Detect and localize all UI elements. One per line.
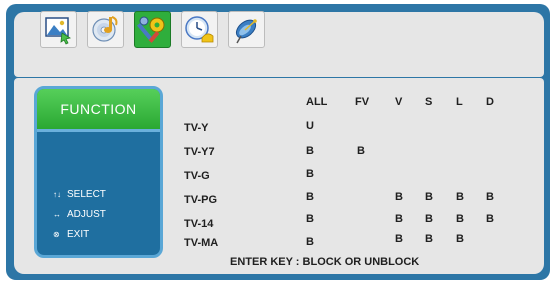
rating-cell-tv-pg-all[interactable]: B [306,191,314,203]
rating-label-tv-g[interactable]: TV-G [184,170,210,182]
adjust-hint: ↔ ADJUST [53,209,106,220]
sound-tab[interactable] [87,11,124,48]
rating-cell-tv-pg-d[interactable]: B [486,191,494,203]
rating-cell-tv-ma-all[interactable]: B [306,236,314,248]
sidebar-title: FUNCTION [37,89,160,132]
exit-hint-label: EXIT [67,229,90,240]
rating-cell-tv-ma-s[interactable]: B [425,233,433,245]
rating-cell-tv-y-all[interactable]: U [306,120,314,132]
select-hint: ↑↓ SELECT [53,189,106,200]
rating-cell-tv-y7-fv[interactable]: B [357,145,365,157]
clock-icon [185,16,214,43]
column-header-v: V [395,96,403,108]
rating-cell-tv-ma-l[interactable]: B [456,233,464,245]
column-header-all: ALL [306,96,328,108]
settings-tools-icon [137,16,165,43]
column-header-fv: FV [355,96,370,108]
rating-cell-tv-14-all[interactable]: B [306,213,314,225]
rating-cell-tv-14-v[interactable]: B [395,213,403,225]
rating-cell-tv-pg-v[interactable]: B [395,191,403,203]
footer-instruction: ENTER KEY : BLOCK OR UNBLOCK [230,256,420,268]
channel-tab[interactable] [228,11,265,48]
rating-cell-tv-pg-s[interactable]: B [425,191,433,203]
rating-cell-tv-y7-all[interactable]: B [306,145,314,157]
column-header-l: L [456,96,463,108]
rating-label-tv-y[interactable]: TV-Y [184,122,208,134]
adjust-hint-label: ADJUST [67,209,106,220]
left-right-arrows-icon: ↔ [53,210,61,219]
function-tab[interactable] [134,11,171,48]
rating-cell-tv-pg-l[interactable]: B [456,191,464,203]
column-header-d: D [486,96,494,108]
rating-label-tv-y7[interactable]: TV-Y7 [184,146,215,158]
rating-label-tv-pg[interactable]: TV-PG [184,194,217,206]
select-hint-label: SELECT [67,189,106,200]
rating-label-tv-14[interactable]: TV-14 [184,218,213,230]
time-tab[interactable] [181,11,218,48]
audio-disc-icon [92,16,118,42]
function-sidebar: FUNCTION ↑↓ SELECT ↔ ADJUST ⊗ EXIT [34,86,163,258]
exit-icon: ⊗ [53,230,60,239]
rating-label-tv-ma[interactable]: TV-MA [184,237,218,249]
picture-icon [45,17,72,45]
satellite-dish-icon [235,19,257,44]
rating-cell-tv-14-d[interactable]: B [486,213,494,225]
rating-cell-tv-14-l[interactable]: B [456,213,464,225]
rating-cell-tv-g-all[interactable]: B [306,168,314,180]
picture-tab[interactable] [40,11,77,48]
rating-cell-tv-14-s[interactable]: B [425,213,433,225]
rating-cell-tv-ma-v[interactable]: B [395,233,403,245]
exit-hint: ⊗ EXIT [53,229,89,240]
up-down-arrows-icon: ↑↓ [53,190,61,199]
column-header-s: S [425,96,433,108]
